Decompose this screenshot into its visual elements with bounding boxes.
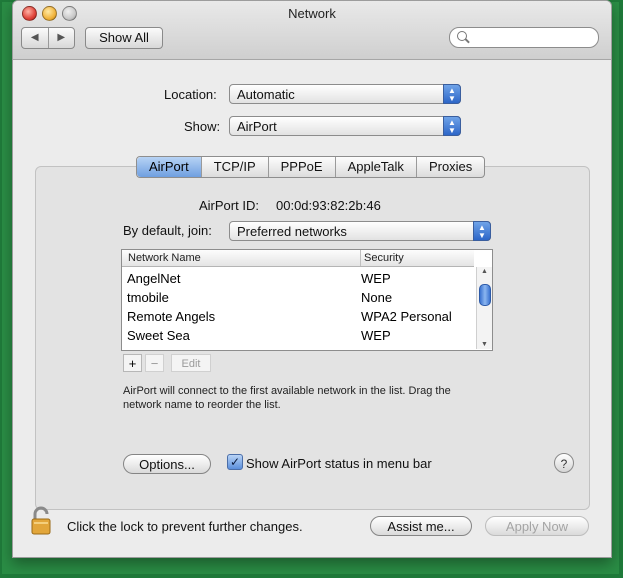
lock-text: Click the lock to prevent further change… [67, 519, 303, 534]
show-label: Show: [184, 119, 221, 134]
remove-network-button[interactable]: − [145, 354, 164, 372]
add-network-button[interactable]: + [123, 354, 142, 372]
popup-arrows-icon: ▲ ▼ [443, 116, 461, 136]
network-security: WEP [361, 271, 391, 286]
tab-proxies[interactable]: Proxies [415, 157, 484, 177]
search-icon [457, 31, 467, 41]
back-arrow-icon[interactable]: ◀ [22, 28, 49, 48]
show-all-button[interactable]: Show All [85, 27, 163, 49]
tab-bar: AirPort TCP/IP PPPoE AppleTalk Proxies [136, 156, 486, 178]
menu-status-checkbox[interactable]: ✓ [227, 454, 243, 470]
tab-airport[interactable]: AirPort [137, 157, 201, 177]
popup-arrows-icon: ▲ ▼ [443, 84, 461, 104]
vertical-scrollbar[interactable]: ▲ ▼ [476, 267, 492, 349]
assist-me-button[interactable]: Assist me... [370, 516, 472, 536]
scrollbar-thumb[interactable] [479, 284, 491, 306]
apply-now-button[interactable]: Apply Now [485, 516, 589, 536]
lock-icon[interactable] [29, 505, 57, 537]
help-button[interactable]: ? [554, 453, 574, 473]
preferred-networks-table[interactable]: Network Name Security AngelNet WEP tmobi… [121, 249, 493, 351]
network-security: None [361, 290, 393, 305]
location-label: Location: [164, 87, 217, 102]
tab-appletalk[interactable]: AppleTalk [334, 157, 416, 177]
scroll-up-arrow-icon[interactable]: ▲ [477, 267, 492, 276]
popup-arrows-icon: ▲ ▼ [473, 221, 491, 241]
help-text-line2: network name to reorder the list. [123, 399, 281, 411]
search-field[interactable] [449, 27, 599, 48]
show-value: AirPort [237, 119, 277, 134]
back-forward-control[interactable]: ◀ ▶ [21, 27, 75, 49]
table-row[interactable]: Remote Angels WPA2 Personal [122, 307, 474, 326]
help-text-line1: AirPort will connect to the first availa… [123, 385, 451, 397]
airport-id-value: 00:0d:93:82:2b:46 [276, 198, 381, 213]
network-preferences-window: Network ◀ ▶ Show All Location: Automatic… [12, 0, 612, 558]
default-join-popup[interactable]: Preferred networks ▲ ▼ [229, 221, 491, 241]
title-bar: Network ◀ ▶ Show All [13, 1, 611, 60]
tab-tcpip[interactable]: TCP/IP [200, 157, 268, 177]
window-title: Network [288, 6, 336, 21]
column-header-network-name[interactable]: Network Name [128, 250, 201, 266]
table-row[interactable]: AngelNet WEP [122, 269, 474, 288]
network-name: Remote Angels [127, 309, 216, 324]
column-header-security[interactable]: Security [360, 250, 404, 266]
edit-network-button[interactable]: Edit [171, 354, 211, 372]
airport-id-label: AirPort ID: [199, 198, 259, 213]
network-name: AngelNet [127, 271, 181, 286]
default-join-label: By default, join: [123, 223, 212, 238]
network-security: WEP [361, 328, 391, 343]
forward-arrow-icon[interactable]: ▶ [49, 28, 75, 48]
show-popup[interactable]: AirPort ▲ ▼ [229, 116, 461, 136]
table-header: Network Name Security [122, 250, 474, 267]
network-name: Sweet Sea [127, 328, 190, 343]
network-name: tmobile [127, 290, 169, 305]
location-popup[interactable]: Automatic ▲ ▼ [229, 84, 461, 104]
options-button[interactable]: Options... [123, 454, 211, 474]
location-value: Automatic [237, 87, 295, 102]
network-security: WPA2 Personal [361, 309, 452, 324]
menu-status-label: Show AirPort status in menu bar [246, 456, 432, 471]
scroll-down-arrow-icon[interactable]: ▼ [477, 340, 492, 349]
table-row[interactable]: tmobile None [122, 288, 474, 307]
tab-pppoe[interactable]: PPPoE [267, 157, 335, 177]
table-row[interactable]: Sweet Sea WEP [122, 326, 474, 345]
default-join-value: Preferred networks [237, 224, 347, 239]
